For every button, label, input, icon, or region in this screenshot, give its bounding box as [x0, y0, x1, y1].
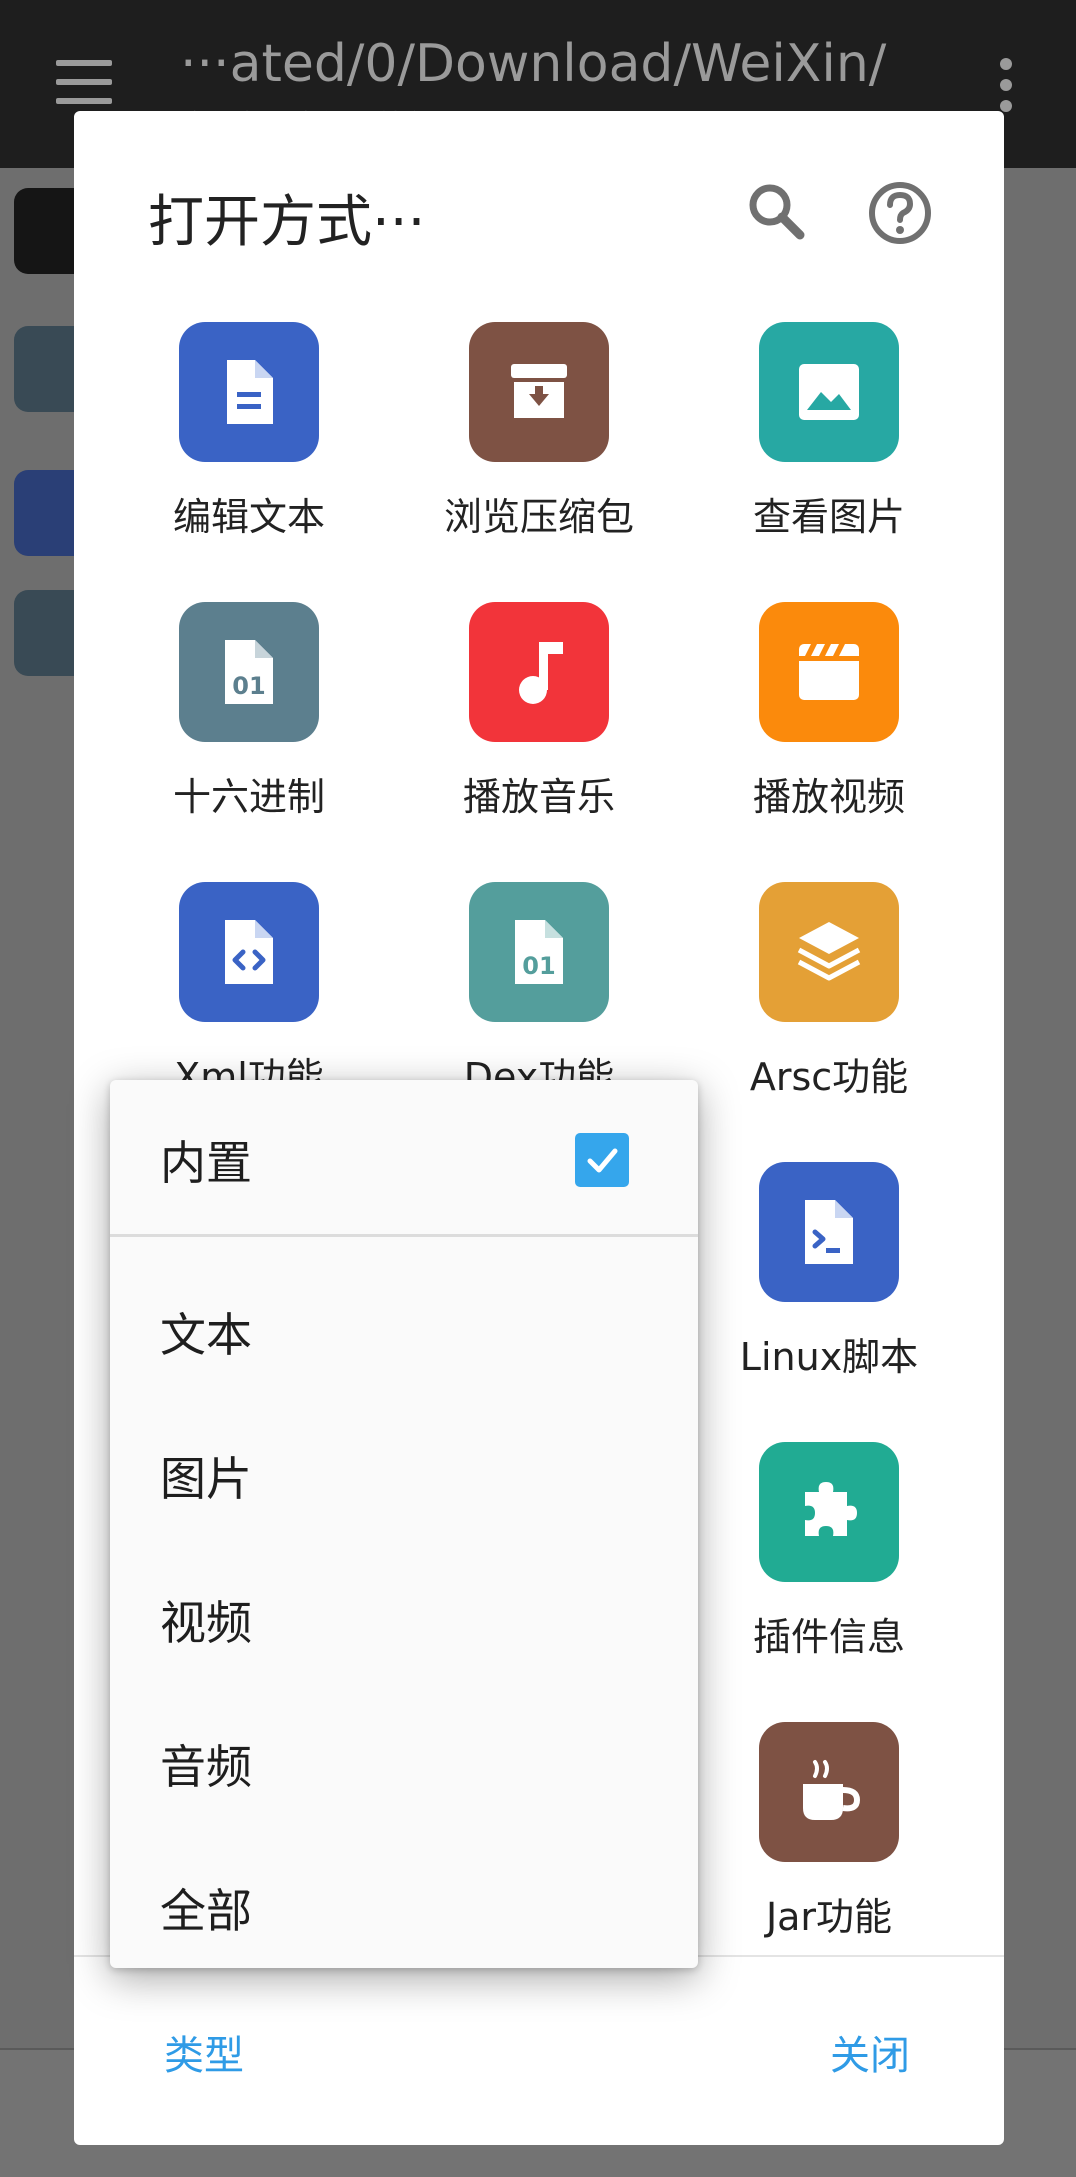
builtin-checkbox[interactable] — [575, 1133, 629, 1187]
script-file-icon — [759, 1162, 899, 1302]
image-icon — [759, 322, 899, 462]
menu-item-all[interactable]: 全部 — [110, 1838, 698, 1978]
svg-text:01: 01 — [232, 672, 265, 700]
menu-item-video[interactable]: 视频 — [110, 1550, 698, 1690]
more-options-icon[interactable] — [1000, 58, 1014, 121]
open-with-play-music[interactable]: 播放音乐 — [399, 602, 689, 852]
clapperboard-icon — [759, 602, 899, 742]
document-icon — [179, 322, 319, 462]
search-icon[interactable] — [738, 173, 818, 253]
menu-item-label: 图片 — [160, 1452, 252, 1506]
close-button[interactable]: 关闭 — [830, 2023, 910, 2081]
grid-item-label: Arsc功能 — [749, 1055, 909, 1099]
binary-file-icon: 01 — [469, 882, 609, 1022]
menu-divider — [110, 1234, 698, 1237]
menu-item-label: 内置 — [160, 1136, 252, 1190]
grid-item-label: 插件信息 — [752, 1615, 905, 1659]
grid-item-label: Linux脚本 — [739, 1335, 919, 1379]
grid-item-label: 播放视频 — [752, 775, 905, 819]
menu-item-image[interactable]: 图片 — [110, 1406, 698, 1546]
checkmark-icon — [587, 1148, 618, 1173]
open-with-jar[interactable]: Jar功能 — [689, 1722, 979, 1972]
current-path: ···ated/0/Download/WeiXin/ — [180, 34, 887, 94]
menu-item-label: 文本 — [160, 1308, 252, 1362]
puzzle-icon — [759, 1442, 899, 1582]
menu-item-label: 视频 — [160, 1596, 252, 1650]
dialog-title: 打开方式··· — [148, 190, 426, 255]
menu-item-audio[interactable]: 音频 — [110, 1694, 698, 1834]
open-with-arsc[interactable]: Arsc功能 — [689, 882, 979, 1132]
type-button[interactable]: 类型 — [164, 2023, 244, 2081]
open-with-hex[interactable]: 01 十六进制 — [109, 602, 399, 852]
layers-icon — [759, 882, 899, 1022]
open-with-play-video[interactable]: 播放视频 — [689, 602, 979, 852]
grid-item-label: 十六进制 — [172, 775, 325, 819]
grid-item-label: 浏览压缩包 — [443, 495, 634, 539]
menu-item-builtin[interactable]: 内置 — [110, 1090, 698, 1230]
type-popup-menu: 内置 文本 图片 视频 音频 全部 — [110, 1080, 698, 1968]
open-with-plugin-info[interactable]: 插件信息 — [689, 1442, 979, 1692]
binary-file-icon: 01 — [179, 602, 319, 742]
grid-item-label: 查看图片 — [752, 495, 905, 539]
open-with-browse-archive[interactable]: 浏览压缩包 — [399, 322, 689, 572]
menu-item-label: 全部 — [160, 1884, 252, 1938]
code-file-icon — [179, 882, 319, 1022]
coffee-cup-icon — [759, 1722, 899, 1862]
archive-icon — [469, 322, 609, 462]
menu-item-text[interactable]: 文本 — [110, 1262, 698, 1402]
grid-item-label: 编辑文本 — [172, 495, 325, 539]
help-icon[interactable] — [860, 173, 940, 253]
grid-item-label: Jar功能 — [765, 1895, 893, 1939]
open-with-edit-text[interactable]: 编辑文本 — [109, 322, 399, 572]
svg-text:01: 01 — [522, 952, 555, 980]
menu-icon[interactable] — [56, 60, 112, 104]
grid-item-label: 播放音乐 — [462, 775, 615, 819]
menu-item-label: 音频 — [160, 1740, 252, 1794]
music-note-icon — [469, 602, 609, 742]
open-with-view-image[interactable]: 查看图片 — [689, 322, 979, 572]
open-with-linux-script[interactable]: Linux脚本 — [689, 1162, 979, 1412]
